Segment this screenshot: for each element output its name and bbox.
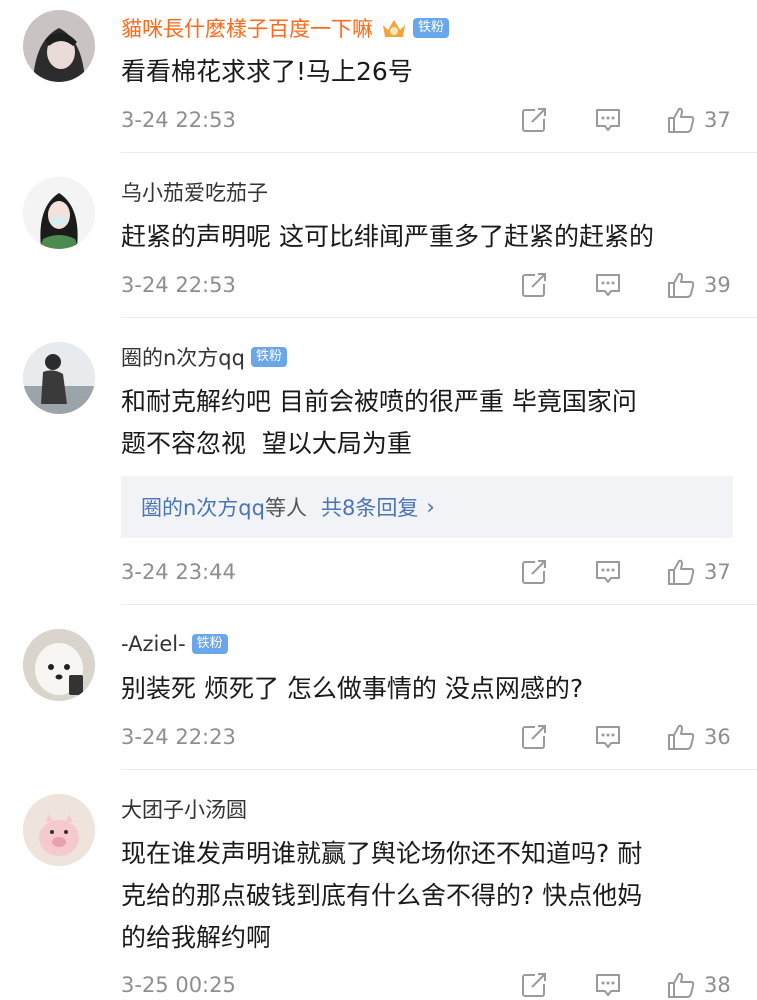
comment-icon (593, 557, 623, 587)
username[interactable]: 乌小茄爱吃茄子 (121, 177, 268, 207)
reply-button[interactable] (593, 557, 623, 587)
comment-line: 和耐克解约吧 目前会被喷的很严重 毕竟国家问 (121, 387, 637, 416)
comment-line: 现在谁发声明谁就赢了舆论场你还不知道吗? 耐 (121, 839, 643, 868)
comment-line: 克给的那点破钱到底有什么舍不得的? 快点他妈 (121, 881, 643, 910)
reply-button[interactable] (593, 722, 623, 752)
share-button[interactable] (519, 970, 549, 1000)
divider (121, 317, 757, 318)
comment-line: 题不容忽视 望以大局为重 (121, 429, 412, 458)
share-button[interactable] (519, 557, 549, 587)
thumbs-up-icon (666, 557, 696, 587)
reply-button[interactable] (593, 105, 623, 135)
timestamp: 3-24 23:44 (121, 560, 236, 584)
thumbs-up-icon (666, 270, 696, 300)
crown-icon (381, 16, 407, 40)
avatar[interactable] (23, 342, 95, 414)
comment-icon (593, 270, 623, 300)
share-icon (519, 557, 549, 587)
reply-users-suffix: 等人 (264, 496, 307, 520)
fan-badge: 铁粉 (191, 634, 228, 654)
divider (121, 604, 757, 605)
username[interactable]: 大团子小汤圆 (121, 794, 247, 824)
reply-count-link[interactable]: 共8条回复 (321, 492, 418, 522)
avatar[interactable] (23, 177, 95, 249)
comment-text: 赶紧的声明呢 这可比绯闻严重多了赶紧的赶紧的 (121, 222, 654, 251)
share-button[interactable] (519, 270, 549, 300)
reply-button[interactable] (593, 970, 623, 1000)
username[interactable]: 貓咪長什麼樣子百度一下嘛 (121, 13, 373, 43)
like-button[interactable]: 37 (666, 557, 731, 587)
divider (121, 152, 757, 153)
avatar[interactable] (23, 794, 95, 866)
like-count: 37 (704, 560, 731, 584)
reply-users[interactable]: 圈的n次方qq (141, 492, 265, 522)
avatar[interactable] (23, 629, 95, 701)
timestamp: 3-24 22:53 (121, 273, 236, 297)
thumbs-up-icon (666, 970, 696, 1000)
like-button[interactable]: 39 (666, 270, 731, 300)
divider (121, 769, 757, 770)
like-count: 36 (704, 725, 731, 749)
comment-icon (593, 722, 623, 752)
timestamp: 3-24 22:23 (121, 725, 236, 749)
like-button[interactable]: 38 (666, 970, 731, 1000)
comment-icon (593, 105, 623, 135)
like-button[interactable]: 36 (666, 722, 731, 752)
timestamp: 3-25 00:25 (121, 973, 236, 997)
avatar[interactable] (23, 10, 95, 82)
share-icon (519, 105, 549, 135)
comment-text: 现在谁发声明谁就赢了舆论场你还不知道吗? 耐 克给的那点破钱到底有什么舍不得的?… (121, 833, 741, 959)
share-icon (519, 970, 549, 1000)
chevron-right-icon: › (426, 495, 435, 519)
share-icon (519, 722, 549, 752)
fan-badge: 铁粉 (250, 347, 287, 367)
username[interactable]: -Aziel- (121, 632, 186, 656)
comment-text: 别装死 烦死了 怎么做事情的 没点网感的? (121, 674, 584, 703)
reply-preview[interactable]: 圈的n次方qq 等人 共8条回复 › (121, 476, 733, 538)
share-button[interactable] (519, 722, 549, 752)
fan-badge: 铁粉 (413, 18, 450, 38)
username[interactable]: 圈的n次方qq (121, 342, 245, 372)
thumbs-up-icon (666, 105, 696, 135)
timestamp: 3-24 22:53 (121, 108, 236, 132)
like-count: 39 (704, 273, 731, 297)
comment-line: 的给我解约啊 (121, 923, 272, 952)
like-count: 38 (704, 973, 731, 997)
comment-text: 和耐克解约吧 目前会被喷的很严重 毕竟国家问 题不容忽视 望以大局为重 (121, 381, 741, 465)
share-icon (519, 270, 549, 300)
comment-icon (593, 970, 623, 1000)
thumbs-up-icon (666, 722, 696, 752)
comment-text: 看看棉花求求了!马上26号 (121, 57, 413, 86)
share-button[interactable] (519, 105, 549, 135)
like-button[interactable]: 37 (666, 105, 731, 135)
like-count: 37 (704, 108, 731, 132)
reply-button[interactable] (593, 270, 623, 300)
